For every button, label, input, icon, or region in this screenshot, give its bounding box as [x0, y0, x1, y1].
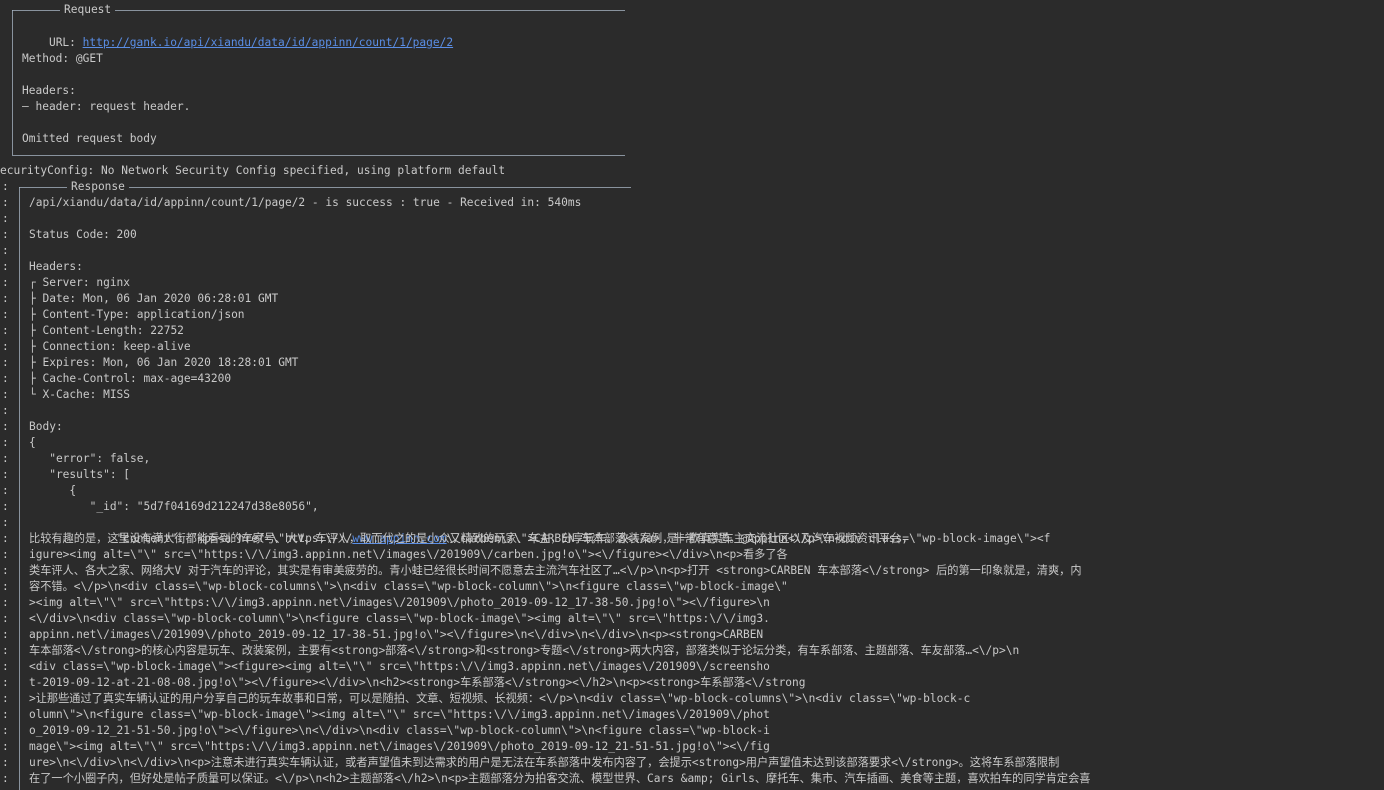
- wrapped-content-line: 容不错。<\/p>\n<div class=\"wp-block-columns…: [29, 580, 788, 593]
- gutter-colon: :: [2, 388, 9, 401]
- wrapped-content-line: 比较有趣的是，这里没有满大街都能看到的车家号、大V、车评人，取而代之的是小众又精…: [29, 532, 1051, 545]
- gutter-colon: :: [2, 772, 9, 785]
- response-header-line: ├ Content-Type: application/json: [29, 308, 245, 321]
- gutter-colon: :: [2, 724, 9, 737]
- request-url-label: URL:: [48, 36, 83, 49]
- json-line: "error": false,: [29, 452, 151, 465]
- gutter-colon: :: [2, 500, 9, 513]
- gutter-colon: :: [2, 660, 9, 673]
- json-line: "_id": "5d7f04169d212247d38e8056",: [29, 500, 319, 513]
- gutter-colon: :: [2, 468, 9, 481]
- json-content-line: "content": "<p><a href=\"https:\/\/www.a…: [29, 515, 909, 545]
- response-header-line: ├ Date: Mon, 06 Jan 2020 06:28:01 GMT: [29, 292, 279, 305]
- request-box-title: Request: [60, 2, 116, 18]
- gutter-colon: :: [2, 244, 9, 257]
- request-method: Method: @GET: [22, 52, 103, 65]
- gutter-colon: :: [2, 564, 9, 577]
- gutter-colon: :: [2, 612, 9, 625]
- json-line: "results": [: [29, 468, 131, 481]
- gutter-colon: :: [2, 692, 9, 705]
- wrapped-content-line: mage\"><img alt=\"\" src=\"https:\/\/img…: [29, 740, 770, 753]
- wrapped-content-line: 在了一个小圈子内，但好处是帖子质量可以保证。<\/p>\n<h2>主题部落<\/…: [29, 772, 1091, 785]
- request-url-link[interactable]: http://gank.io/api/xiandu/data/id/appinn…: [83, 36, 453, 49]
- gutter-colon: :: [2, 516, 9, 529]
- gutter-colon: :: [2, 228, 9, 241]
- gutter-colon: :: [2, 484, 9, 497]
- gutter-colon: :: [2, 452, 9, 465]
- gutter-colon: :: [2, 356, 9, 369]
- gutter-colon: :: [2, 628, 9, 641]
- wrapped-content-line: t-2019-09-12-at-21-08-08.jpg!o\"><\/figu…: [29, 676, 806, 689]
- gutter-colon: :: [2, 292, 9, 305]
- gutter-colon: :: [2, 260, 9, 273]
- response-header-line: ├ Content-Length: 22752: [29, 324, 184, 337]
- wrapped-content-line: <\/div>\n<div class=\"wp-block-column\">…: [29, 612, 770, 625]
- response-status-code: Status Code: 200: [29, 228, 137, 241]
- wrapped-content-line: ure>\n<\/div>\n<\/div>\n<p>注意未进行真实车辆认证，或…: [29, 756, 1060, 769]
- gutter-colon: :: [2, 708, 9, 721]
- response-header-line: ├ Cache-Control: max-age=43200: [29, 372, 232, 385]
- request-url-line: URL: http://gank.io/api/xiandu/data/id/a…: [22, 19, 453, 49]
- response-header-line: ├ Expires: Mon, 06 Jan 2020 18:28:01 GMT: [29, 356, 299, 369]
- gutter-colon: :: [2, 548, 9, 561]
- security-config-line: ecurityConfig: No Network Security Confi…: [0, 164, 506, 177]
- request-headers-label: Headers:: [22, 84, 76, 97]
- wrapped-content-line: o_2019-09-12_21-51-50.jpg!o\"><\/figure>…: [29, 724, 770, 737]
- gutter-colon: :: [2, 676, 9, 689]
- gutter-colon: :: [2, 196, 9, 209]
- wrapped-content-line: 车本部落<\/strong>的核心内容是玩车、改装案例，主要有<strong>部…: [29, 644, 1020, 657]
- response-header-line: └ X-Cache: MISS: [29, 388, 131, 401]
- gutter-colon: :: [2, 404, 9, 417]
- gutter-colon: :: [2, 324, 9, 337]
- request-body-note: Omitted request body: [22, 132, 157, 145]
- gutter-colon: :: [2, 308, 9, 321]
- gutter-colon: :: [2, 420, 9, 433]
- gutter-colon: :: [2, 212, 9, 225]
- gutter-colon: :: [2, 532, 9, 545]
- request-box-bottom-border: [12, 155, 625, 156]
- response-body-label: Body:: [29, 420, 63, 433]
- response-header-line: ┌ Server: nginx: [29, 276, 131, 289]
- gutter-colon: :: [2, 340, 9, 353]
- wrapped-content-line: >让那些通过了真实车辆认证的用户分享自己的玩车故事和日常，可以是随拍、文章、短视…: [29, 692, 971, 705]
- gutter-colon: :: [2, 756, 9, 769]
- wrapped-content-line: olumn\">\n<figure class=\"wp-block-image…: [29, 708, 770, 721]
- wrapped-content-line: 类车评人、各大之家、网络大V 对于汽车的评论，其实是有审美疲劳的。青小蛙已经很长…: [29, 564, 1082, 577]
- response-box-title: Response: [67, 179, 129, 195]
- gutter-colon: :: [2, 276, 9, 289]
- gutter-colon: :: [2, 580, 9, 593]
- response-headers-label: Headers:: [29, 260, 83, 273]
- gutter-colon: :: [2, 740, 9, 753]
- logcat-console: Request URL: http://gank.io/api/xiandu/d…: [0, 0, 1384, 790]
- wrapped-content-line: ><img alt=\"\" src=\"https:\/\/img3.appi…: [29, 596, 770, 609]
- gutter-colon: :: [2, 180, 9, 193]
- gutter-colon: :: [2, 596, 9, 609]
- response-summary: /api/xiandu/data/id/appinn/count/1/page/…: [29, 196, 582, 209]
- response-box-left-border: [19, 187, 20, 790]
- wrapped-content-line: <div class=\"wp-block-image\"><figure><i…: [29, 660, 770, 673]
- request-box-left-border: [12, 10, 13, 155]
- response-header-line: ├ Connection: keep-alive: [29, 340, 191, 353]
- gutter-colon: :: [2, 436, 9, 449]
- wrapped-content-line: appinn.net\/images\/201909\/photo_2019-0…: [29, 628, 764, 641]
- gutter-colon: :: [2, 372, 9, 385]
- wrapped-content-line: igure><img alt=\"\" src=\"https:\/\/img3…: [29, 548, 788, 561]
- json-line: {: [29, 436, 36, 449]
- gutter-colon: :: [2, 644, 9, 657]
- request-header-line: — header: request header.: [22, 100, 191, 113]
- json-line: {: [29, 484, 77, 497]
